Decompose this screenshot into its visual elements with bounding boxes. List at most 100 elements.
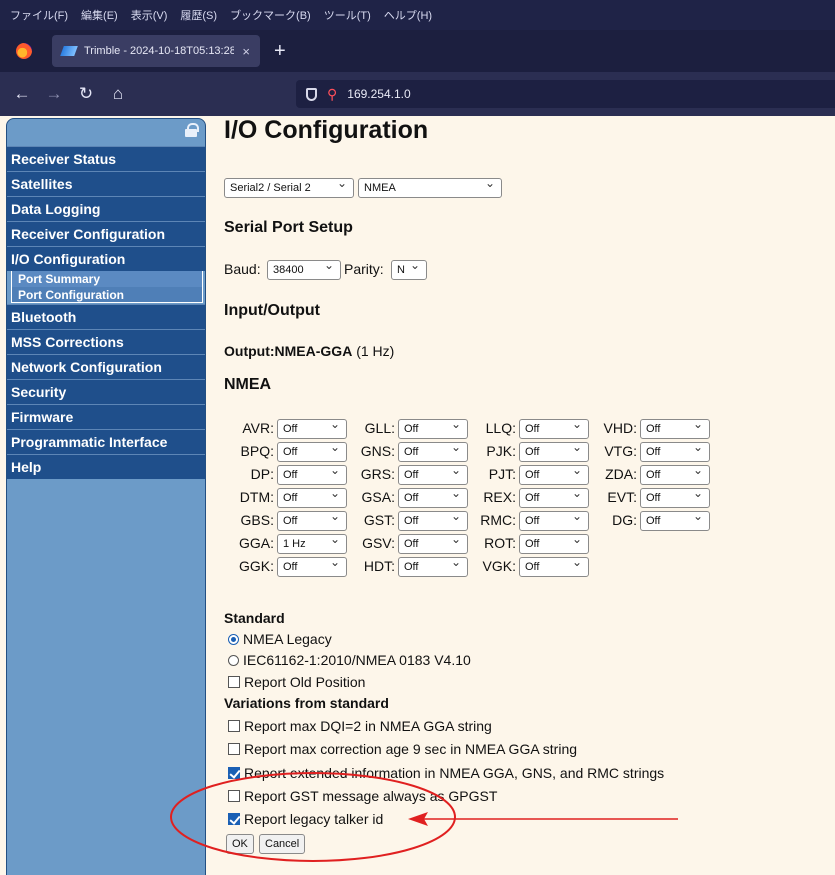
reload-icon[interactable]: ↻ — [70, 84, 102, 104]
nmea-label-gbs: GBS: — [240, 512, 274, 528]
nmea-select-rmc[interactable]: Off — [519, 511, 589, 531]
sidebar-item-data-logging[interactable]: Data Logging — [7, 196, 205, 221]
standard-option-label: NMEA Legacy — [243, 631, 332, 647]
shield-icon[interactable] — [306, 87, 317, 101]
radio-selected[interactable] — [228, 633, 239, 645]
nmea-select-dg[interactable]: Off — [640, 511, 710, 531]
nmea-select-zda[interactable]: Off — [640, 465, 710, 485]
nmea-select-avr[interactable]: Off — [277, 419, 347, 439]
forward-arrow-icon[interactable]: → — [38, 84, 70, 104]
nmea-select-rot[interactable]: Off — [519, 534, 589, 554]
nmea-label-bpq: BPQ: — [240, 443, 274, 459]
protocol-select[interactable]: NMEA — [358, 178, 502, 198]
menu-bookmarks[interactable]: ブックマーク(B) — [230, 7, 311, 23]
nmea-select-gbs[interactable]: Off — [277, 511, 347, 531]
nmea-select-vgk[interactable]: Off — [519, 557, 589, 577]
nmea-select-dp[interactable]: Off — [277, 465, 347, 485]
nmea-label-gsv: GSV: — [362, 535, 395, 551]
nmea-label-hdt: HDT: — [363, 558, 395, 574]
sidebar-item-help[interactable]: Help — [7, 454, 205, 479]
variation-gst-as-gpgst[interactable]: Report GST message always as GPGST — [228, 788, 497, 804]
standard-option-label: IEC61162-1:2010/NMEA 0183 V4.10 — [243, 652, 471, 668]
menu-file[interactable]: ファイル(F) — [10, 7, 68, 23]
sidebar-item-receiver-configuration[interactable]: Receiver Configuration — [7, 221, 205, 246]
nmea-select-evt[interactable]: Off — [640, 488, 710, 508]
trimble-favicon-icon — [60, 46, 78, 56]
sidebar-item-io-configuration[interactable]: I/O Configuration — [7, 246, 205, 271]
sidebar-item-security[interactable]: Security — [7, 379, 205, 404]
new-tab-button[interactable]: + — [274, 40, 286, 63]
checkbox-label: Report legacy talker id — [244, 811, 384, 827]
sidebar-subitem-port-configuration[interactable]: Port Configuration — [11, 287, 203, 303]
standard-option-nmea-legacy[interactable]: NMEA Legacy — [228, 631, 332, 647]
parity-select[interactable]: N — [391, 260, 427, 280]
nmea-label-ggk: GGK: — [238, 558, 274, 574]
checkbox-checked[interactable] — [228, 767, 240, 779]
checkbox-unchecked[interactable] — [228, 676, 240, 688]
checkbox-unchecked[interactable] — [228, 790, 240, 802]
menu-help[interactable]: ヘルプ(H) — [384, 7, 432, 23]
checkbox-unchecked[interactable] — [228, 743, 240, 755]
variation-extended-information[interactable]: Report extended information in NMEA GGA,… — [228, 765, 664, 781]
sidebar-item-network-configuration[interactable]: Network Configuration — [7, 354, 205, 379]
sidebar-item-programmatic-interface[interactable]: Programmatic Interface — [7, 429, 205, 454]
standard-option-iec61162[interactable]: IEC61162-1:2010/NMEA 0183 V4.10 — [228, 652, 471, 668]
sidebar-item-bluetooth[interactable]: Bluetooth — [7, 304, 205, 329]
menu-view[interactable]: 表示(V) — [131, 7, 168, 23]
nmea-select-vtg[interactable]: Off — [640, 442, 710, 462]
nmea-select-gsa[interactable]: Off — [398, 488, 468, 508]
variations-heading: Variations from standard — [224, 695, 389, 711]
nmea-label-evt: EVT: — [607, 489, 637, 505]
home-icon[interactable]: ⌂ — [102, 84, 134, 104]
sidebar-subitem-port-summary[interactable]: Port Summary — [11, 271, 203, 287]
nmea-select-hdt[interactable]: Off — [398, 557, 468, 577]
port-select[interactable]: Serial2 / Serial 2 — [224, 178, 354, 198]
variation-legacy-talker-id[interactable]: Report legacy talker id — [228, 811, 383, 827]
back-arrow-icon[interactable]: ← — [6, 84, 38, 104]
checkbox-checked[interactable] — [228, 813, 240, 825]
variation-max-dqi[interactable]: Report max DQI=2 in NMEA GGA string — [228, 718, 492, 734]
nmea-select-dtm[interactable]: Off — [277, 488, 347, 508]
nmea-select-vhd[interactable]: Off — [640, 419, 710, 439]
menu-tools[interactable]: ツール(T) — [324, 7, 371, 23]
nmea-select-rex[interactable]: Off — [519, 488, 589, 508]
sidebar-item-receiver-status[interactable]: Receiver Status — [7, 146, 205, 171]
nmea-select-bpq[interactable]: Off — [277, 442, 347, 462]
nmea-label-pjk: PJK: — [486, 443, 516, 459]
nmea-label-pjt: PJT: — [488, 466, 516, 482]
menu-edit[interactable]: 編集(E) — [81, 7, 118, 23]
report-old-position-checkbox[interactable]: Report Old Position — [228, 674, 365, 690]
sidebar-item-satellites[interactable]: Satellites — [7, 171, 205, 196]
menu-history[interactable]: 履歴(S) — [180, 7, 217, 23]
nmea-label-llq: LLQ: — [485, 420, 516, 436]
radio-unselected[interactable] — [228, 654, 239, 666]
nmea-select-gsv[interactable]: Off — [398, 534, 468, 554]
insecure-lock-icon[interactable]: ⚲ — [327, 86, 337, 103]
browser-tab[interactable]: Trimble - 2024-10-18T05:13:28Z × — [52, 35, 260, 67]
nmea-select-gns[interactable]: Off — [398, 442, 468, 462]
nmea-select-pjk[interactable]: Off — [519, 442, 589, 462]
nmea-select-pjt[interactable]: Off — [519, 465, 589, 485]
standard-heading: Standard — [224, 610, 285, 626]
sidebar-item-firmware[interactable]: Firmware — [7, 404, 205, 429]
variation-max-correction-age[interactable]: Report max correction age 9 sec in NMEA … — [228, 741, 577, 757]
nmea-label-vhd: VHD: — [603, 420, 637, 436]
nmea-select-grs[interactable]: Off — [398, 465, 468, 485]
nmea-select-llq[interactable]: Off — [519, 419, 589, 439]
close-icon[interactable]: × — [242, 44, 250, 59]
url-bar[interactable]: ⚲ 169.254.1.0 — [296, 80, 835, 108]
nmea-select-gll[interactable]: Off — [398, 419, 468, 439]
nmea-select-gst[interactable]: Off — [398, 511, 468, 531]
nmea-select-ggk[interactable]: Off — [277, 557, 347, 577]
checkbox-unchecked[interactable] — [228, 720, 240, 732]
nmea-select-gga[interactable]: 1 Hz — [277, 534, 347, 554]
nmea-label-rot: ROT: — [484, 535, 516, 551]
sidebar-header — [7, 119, 205, 146]
nmea-label-gst: GST: — [363, 512, 395, 528]
nmea-label-vgk: VGK: — [482, 558, 516, 574]
baud-select[interactable]: 38400 — [267, 260, 341, 280]
ok-button[interactable]: OK — [226, 834, 254, 854]
sidebar-item-mss-corrections[interactable]: MSS Corrections — [7, 329, 205, 354]
output-line: Output:NMEA-GGA (1 Hz) — [224, 343, 394, 359]
cancel-button[interactable]: Cancel — [259, 834, 306, 854]
